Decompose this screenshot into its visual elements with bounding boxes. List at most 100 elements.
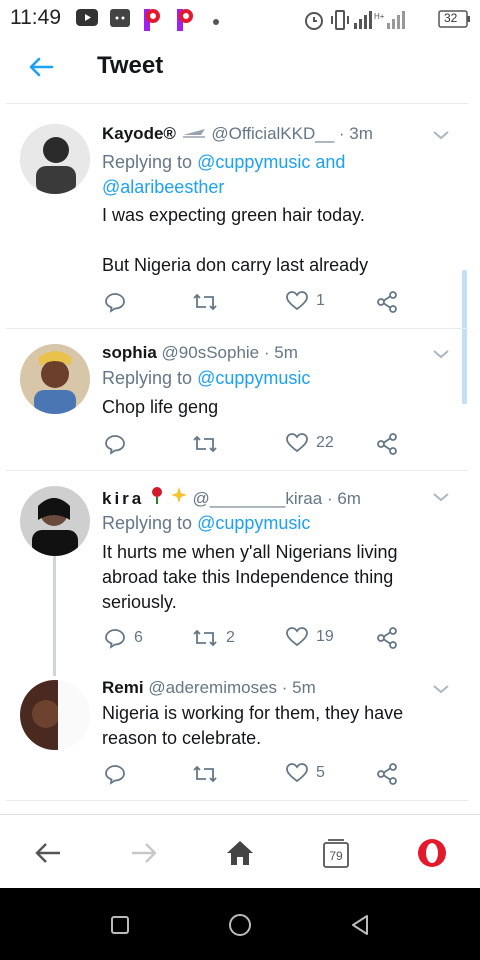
- share-icon: [376, 433, 398, 455]
- tweet-header-line: sophia @90sSophie · 5m: [102, 343, 298, 363]
- share-button[interactable]: [376, 763, 398, 785]
- chevron-down-icon[interactable]: [432, 347, 450, 359]
- tab-count: 79: [329, 849, 343, 863]
- battery-level: 32: [444, 11, 458, 25]
- user-name[interactable]: sophia: [102, 343, 157, 362]
- rose-emoji-icon: [149, 487, 170, 508]
- reply-icon: [104, 291, 126, 313]
- signal-icon: H+: [352, 9, 424, 36]
- recents-icon[interactable]: [103, 908, 137, 942]
- svg-text:H+: H+: [374, 12, 385, 21]
- share-icon: [376, 291, 398, 313]
- android-app-icon: [110, 9, 130, 32]
- retweet-button[interactable]: 2: [192, 627, 235, 649]
- avatar[interactable]: [20, 124, 90, 194]
- tweet-time: · 6m: [326, 489, 361, 508]
- tweet-text: It hurts me when y'all Nigerians living …: [102, 542, 398, 612]
- reply-button[interactable]: [104, 763, 134, 785]
- opera-menu-icon[interactable]: [412, 833, 452, 873]
- chevron-down-icon[interactable]: [432, 490, 450, 502]
- replying-prefix: Replying to: [102, 368, 193, 388]
- tweet-text: Nigeria is working for them, they have r…: [102, 703, 404, 748]
- mention-link[interactable]: @alaribeesther: [102, 177, 224, 197]
- chevron-down-icon[interactable]: [432, 128, 450, 140]
- system-navigation-bar: [0, 888, 480, 960]
- like-button[interactable]: 19: [286, 627, 334, 647]
- home-icon[interactable]: [220, 833, 260, 873]
- tweet-item[interactable]: Remi @aderemimoses · 5m Nigeria is worki…: [0, 664, 480, 800]
- user-name[interactable]: kira: [102, 489, 144, 508]
- p-app-icon: [142, 9, 162, 36]
- share-icon: [376, 763, 398, 785]
- tweet-time: · 5m: [263, 343, 298, 362]
- back-arrow-icon[interactable]: [26, 52, 56, 82]
- tweet-text: I was expecting green hair today.: [102, 205, 365, 225]
- p-app-icon-2: [175, 9, 195, 36]
- replying-prefix: Replying to: [102, 513, 193, 533]
- like-button[interactable]: 1: [286, 291, 325, 311]
- mention-link[interactable]: @cuppymusic and: [197, 152, 345, 172]
- user-handle[interactable]: @________kiraa: [192, 489, 322, 508]
- avatar[interactable]: [20, 486, 90, 556]
- user-name[interactable]: Remi: [102, 678, 144, 697]
- retweet-button[interactable]: [192, 433, 226, 455]
- browser-forward-button[interactable]: [124, 833, 164, 873]
- status-time: 11:49: [10, 6, 61, 29]
- tweet-divider: [6, 800, 468, 801]
- reply-icon: [104, 627, 126, 649]
- retweet-icon: [192, 763, 218, 785]
- retweet-button[interactable]: [192, 763, 226, 785]
- retweet-icon: [192, 291, 218, 313]
- user-handle[interactable]: @OfficialKKD__: [211, 124, 334, 143]
- like-button[interactable]: 22: [286, 433, 334, 453]
- reply-icon: [104, 763, 126, 785]
- reply-button[interactable]: [104, 433, 134, 455]
- battery-icon: 32: [438, 10, 472, 33]
- replying-to: Replying to @cuppymusic and @alaribeesth…: [102, 150, 345, 200]
- heart-icon: [286, 627, 308, 647]
- tweet-divider: [6, 470, 468, 471]
- user-name[interactable]: Kayode®: [102, 124, 176, 143]
- tweet-actions: 6 2 19: [104, 627, 404, 651]
- browser-toolbar: 79: [0, 814, 480, 889]
- retweet-count: 2: [226, 629, 235, 646]
- heart-icon: [286, 763, 308, 783]
- share-button[interactable]: [376, 291, 398, 313]
- tweet-item[interactable]: Kayode® @OfficialKKD__ · 3m Replying to …: [0, 110, 480, 330]
- avatar[interactable]: [20, 344, 90, 414]
- tweet-divider: [6, 328, 468, 329]
- mention-link[interactable]: @cuppymusic: [197, 368, 310, 388]
- retweet-icon: [192, 433, 218, 455]
- retweet-button[interactable]: [192, 291, 226, 313]
- tweet-header-line: kira @________kiraa · 6m: [102, 486, 361, 509]
- like-count: 1: [316, 292, 325, 309]
- youtube-icon: [76, 9, 98, 31]
- share-icon: [376, 627, 398, 649]
- reply-button[interactable]: 6: [104, 627, 143, 649]
- tweet-item[interactable]: sophia @90sSophie · 5m Replying to @cupp…: [0, 330, 480, 470]
- mention-link[interactable]: @cuppymusic: [197, 513, 310, 533]
- back-triangle-icon[interactable]: [343, 908, 377, 942]
- like-count: 19: [316, 628, 334, 645]
- plane-emoji-icon: [181, 124, 212, 143]
- share-button[interactable]: [376, 627, 398, 649]
- tweet-actions: 1: [104, 291, 404, 315]
- tweet-actions: 5: [104, 763, 404, 787]
- user-handle[interactable]: @90sSophie: [162, 343, 260, 362]
- tweet-text: But Nigeria don carry last already: [102, 255, 369, 275]
- avatar[interactable]: [20, 680, 90, 750]
- alarm-icon: [303, 9, 325, 36]
- home-circle-icon[interactable]: [223, 908, 257, 942]
- tabs-button[interactable]: 79: [316, 833, 356, 873]
- user-handle[interactable]: @aderemimoses: [148, 678, 277, 697]
- tweet-item[interactable]: kira @________kiraa · 6m Replying to @cu…: [0, 472, 480, 662]
- reply-button[interactable]: [104, 291, 134, 313]
- share-button[interactable]: [376, 433, 398, 455]
- like-count: 22: [316, 434, 334, 451]
- header-divider: [6, 103, 468, 104]
- like-button[interactable]: 5: [286, 763, 325, 783]
- like-count: 5: [316, 764, 325, 781]
- browser-back-button[interactable]: [28, 833, 68, 873]
- tweet-time: · 5m: [281, 678, 316, 697]
- chevron-down-icon[interactable]: [432, 682, 450, 694]
